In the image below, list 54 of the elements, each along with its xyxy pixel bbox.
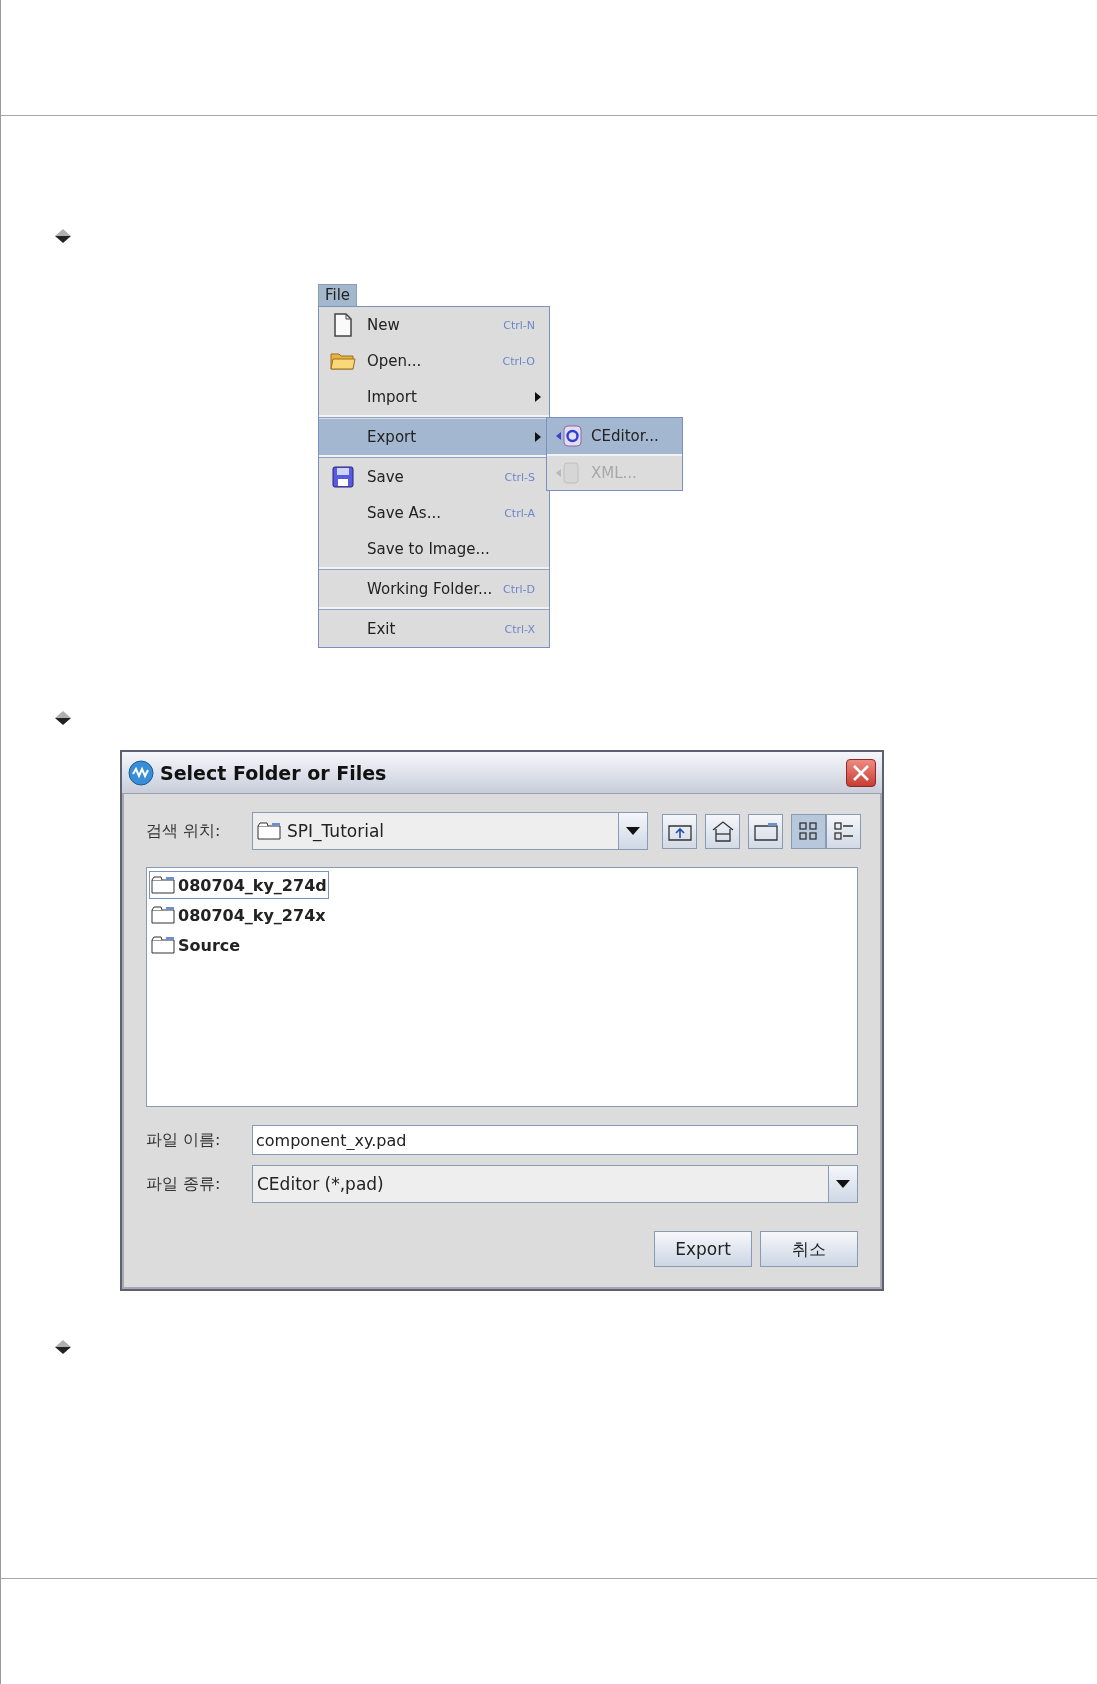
shortcut-text: Ctrl-N [503, 318, 535, 332]
menu-item[interactable]: Exit Ctrl-X [319, 611, 549, 647]
dialog-button[interactable]: 취소 [760, 1231, 858, 1267]
menu-item[interactable]: Working Folder... Ctrl-D [319, 571, 549, 607]
shortcut-text: Ctrl-O [502, 354, 535, 368]
details-view-icon [832, 821, 855, 841]
file-list-item[interactable]: 080704_ky_274x [149, 901, 328, 929]
field-label: 검색 위치: [146, 820, 222, 842]
look-in-dropdown[interactable]: SPI_Tutorial [252, 812, 648, 850]
file-list-item[interactable]: 080704_ky_274d [149, 871, 329, 899]
file-type-dropdown[interactable]: CEditor (*,pad) [252, 1165, 858, 1203]
menu-item[interactable]: Import [319, 379, 549, 415]
menu-item[interactable]: New Ctrl-N [319, 307, 549, 343]
caret-icon [626, 827, 640, 835]
dialog-title: Select Folder or Files [160, 761, 388, 784]
field-label: 파일 이름: [146, 1129, 222, 1151]
toolbar-button[interactable] [662, 813, 697, 849]
menu-item[interactable]: Export [319, 419, 549, 455]
toolbar-button[interactable] [791, 813, 826, 849]
shortcut-text: Ctrl-X [504, 622, 535, 636]
bullet-icon [54, 711, 72, 725]
menu-item[interactable]: Save Ctrl-S [319, 459, 549, 495]
bullet-icon [54, 1340, 72, 1354]
caret-icon [836, 1180, 850, 1188]
bullet-icon [54, 229, 72, 243]
menu-item[interactable]: Save to Image... [319, 531, 549, 567]
export-icon [555, 424, 583, 448]
menu-item[interactable]: CEditor... [547, 418, 682, 454]
home-icon [710, 820, 735, 842]
folder-icon [257, 822, 281, 840]
app-logo-icon [128, 759, 154, 786]
folder-icon [753, 821, 778, 841]
menu-item[interactable]: Open... Ctrl-O [319, 343, 549, 379]
file-list-item[interactable]: Source [149, 931, 243, 959]
folder-icon [330, 351, 356, 371]
close-icon [852, 763, 870, 782]
toolbar-button[interactable] [748, 813, 783, 849]
list-view-icon [797, 821, 820, 841]
shortcut-text: Ctrl-D [503, 582, 535, 596]
toolbar-button[interactable] [705, 813, 740, 849]
document-icon [333, 313, 353, 337]
field-label: 파일 종류: [146, 1173, 222, 1195]
shortcut-text: Ctrl-S [504, 470, 535, 484]
shortcut-text: Ctrl-A [504, 506, 535, 520]
close-button[interactable] [846, 758, 876, 787]
folder-icon [151, 936, 175, 954]
folder-icon [151, 876, 175, 894]
file-name-field[interactable]: component_xy.pad [252, 1125, 858, 1155]
folder-icon [151, 906, 175, 924]
toolbar-button[interactable] [826, 813, 861, 849]
file-menu-title[interactable]: File [318, 284, 358, 306]
menu-item[interactable]: Save As... Ctrl-A [319, 495, 549, 531]
dialog-button[interactable]: Export [654, 1231, 752, 1267]
dropdown-value: SPI_Tutorial [287, 821, 385, 841]
